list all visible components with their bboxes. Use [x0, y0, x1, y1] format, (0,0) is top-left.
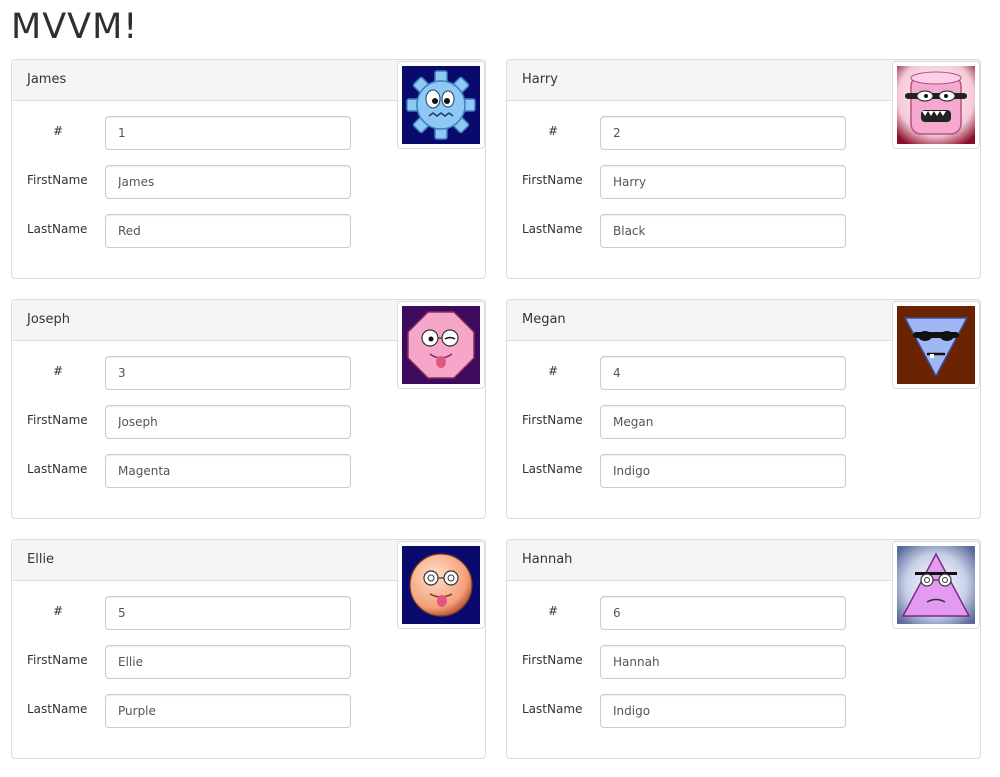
id-label: # [547, 604, 559, 618]
id-input[interactable] [600, 596, 846, 630]
last-name-row: LastName [12, 214, 485, 248]
id-input[interactable] [105, 116, 351, 150]
first-name-row: FirstName [12, 405, 485, 439]
id-label: # [52, 124, 64, 138]
id-row: # [12, 596, 485, 630]
person-card: Megan # FirstName LastName [506, 299, 981, 519]
first-name-row: FirstName [12, 645, 485, 679]
last-name-input[interactable] [600, 454, 846, 488]
first-name-input[interactable] [105, 645, 351, 679]
first-name-input[interactable] [600, 405, 846, 439]
id-label: # [547, 364, 559, 378]
last-name-input[interactable] [105, 694, 351, 728]
first-name-label: FirstName [27, 653, 88, 667]
first-name-row: FirstName [507, 645, 980, 679]
last-name-row: LastName [507, 694, 980, 728]
id-label: # [547, 124, 559, 138]
first-name-input[interactable] [600, 645, 846, 679]
last-name-row: LastName [12, 454, 485, 488]
last-name-label: LastName [27, 222, 88, 236]
first-name-input[interactable] [105, 405, 351, 439]
first-name-label: FirstName [27, 413, 88, 427]
id-row: # [507, 116, 980, 150]
id-input[interactable] [105, 596, 351, 630]
last-name-label: LastName [522, 462, 583, 476]
first-name-input[interactable] [600, 165, 846, 199]
last-name-row: LastName [12, 694, 485, 728]
last-name-label: LastName [27, 702, 88, 716]
id-row: # [12, 356, 485, 390]
first-name-input[interactable] [105, 165, 351, 199]
last-name-label: LastName [27, 462, 88, 476]
person-card: James # 1 FirstName James LastName Red [11, 59, 486, 279]
person-card: Joseph # FirstName LastName [11, 299, 486, 519]
person-card: Ellie # 5 FirstName Ellie LastName Purpl… [11, 539, 486, 759]
last-name-input[interactable] [600, 214, 846, 248]
last-name-label: LastName [522, 702, 583, 716]
last-name-input[interactable] [105, 214, 351, 248]
last-name-input[interactable] [600, 694, 846, 728]
first-name-label: FirstName [522, 413, 583, 427]
first-name-row: FirstName [12, 165, 485, 199]
id-label: # [52, 604, 64, 618]
id-row: # [507, 596, 980, 630]
person-card: Hannah # 6 FirstName Hannah LastName Ind… [506, 539, 981, 759]
id-row: # [12, 116, 485, 150]
people-grid: James # 1 FirstName James LastName Red H… [11, 59, 981, 759]
last-name-label: LastName [522, 222, 583, 236]
id-input[interactable] [600, 116, 846, 150]
page-title: MVVM! [11, 7, 139, 47]
id-row: # [507, 356, 980, 390]
id-label: # [52, 364, 64, 378]
last-name-row: LastName [507, 214, 980, 248]
last-name-input[interactable] [105, 454, 351, 488]
id-input[interactable] [105, 356, 351, 390]
first-name-label: FirstName [522, 173, 583, 187]
first-name-row: FirstName [507, 165, 980, 199]
first-name-row: FirstName [507, 405, 980, 439]
id-input[interactable] [600, 356, 846, 390]
first-name-label: FirstName [522, 653, 583, 667]
first-name-label: FirstName [27, 173, 88, 187]
person-card: Harry # 2 FirstName Harry LastName Black [506, 59, 981, 279]
last-name-row: LastName [507, 454, 980, 488]
